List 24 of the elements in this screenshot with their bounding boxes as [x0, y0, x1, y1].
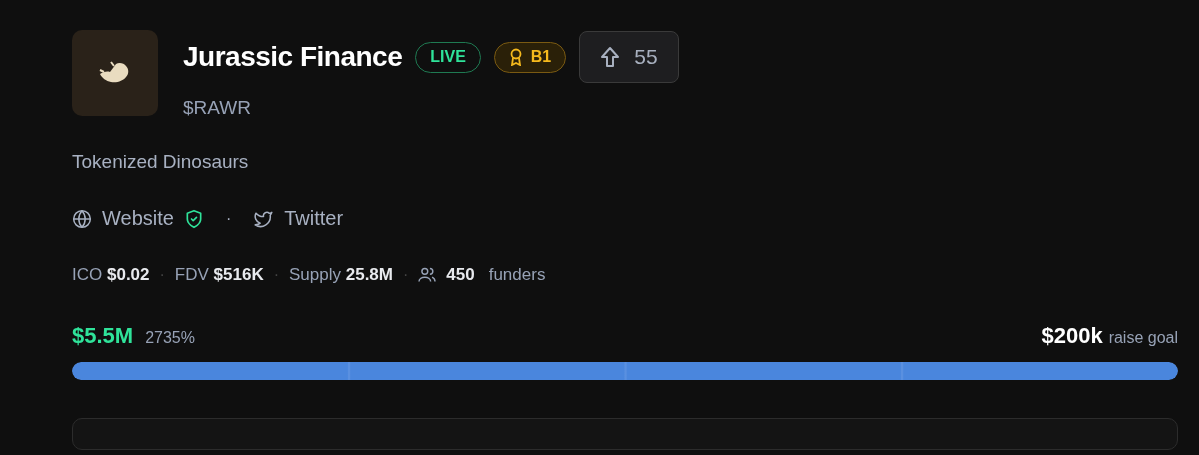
separator-dot: · [159, 266, 165, 284]
funders-label: funders [488, 265, 546, 285]
website-link[interactable]: Website [102, 207, 174, 230]
project-title: Jurassic Finance [183, 41, 403, 73]
upvote-button[interactable]: 55 [579, 31, 679, 83]
separator-dot: · [403, 266, 409, 284]
stat-text: FDV $516K [174, 265, 264, 285]
globe-icon [72, 208, 92, 229]
raised-percent: 2735% [145, 329, 195, 347]
funders-count: 450 [446, 265, 475, 285]
raise-goal-label: raise goal [1108, 329, 1178, 346]
separator-dot: · [273, 266, 279, 284]
arrow-up-icon [600, 46, 621, 68]
project-description: Tokenized Dinosaurs [72, 151, 250, 173]
ticker-symbol: $RAWR [183, 97, 252, 119]
twitter-link[interactable]: Twitter [284, 207, 344, 230]
raised-amount: $5.5M [72, 323, 134, 349]
stat-text: Supply 25.8M [289, 265, 393, 285]
raise-goal-amount: $200k [1041, 323, 1103, 348]
separator-dot: · [225, 209, 232, 228]
ribbon-icon [508, 48, 523, 66]
award-badge: B1 [493, 41, 567, 73]
users-icon [418, 267, 437, 283]
stat-text: ICO $0.02 [72, 265, 150, 285]
